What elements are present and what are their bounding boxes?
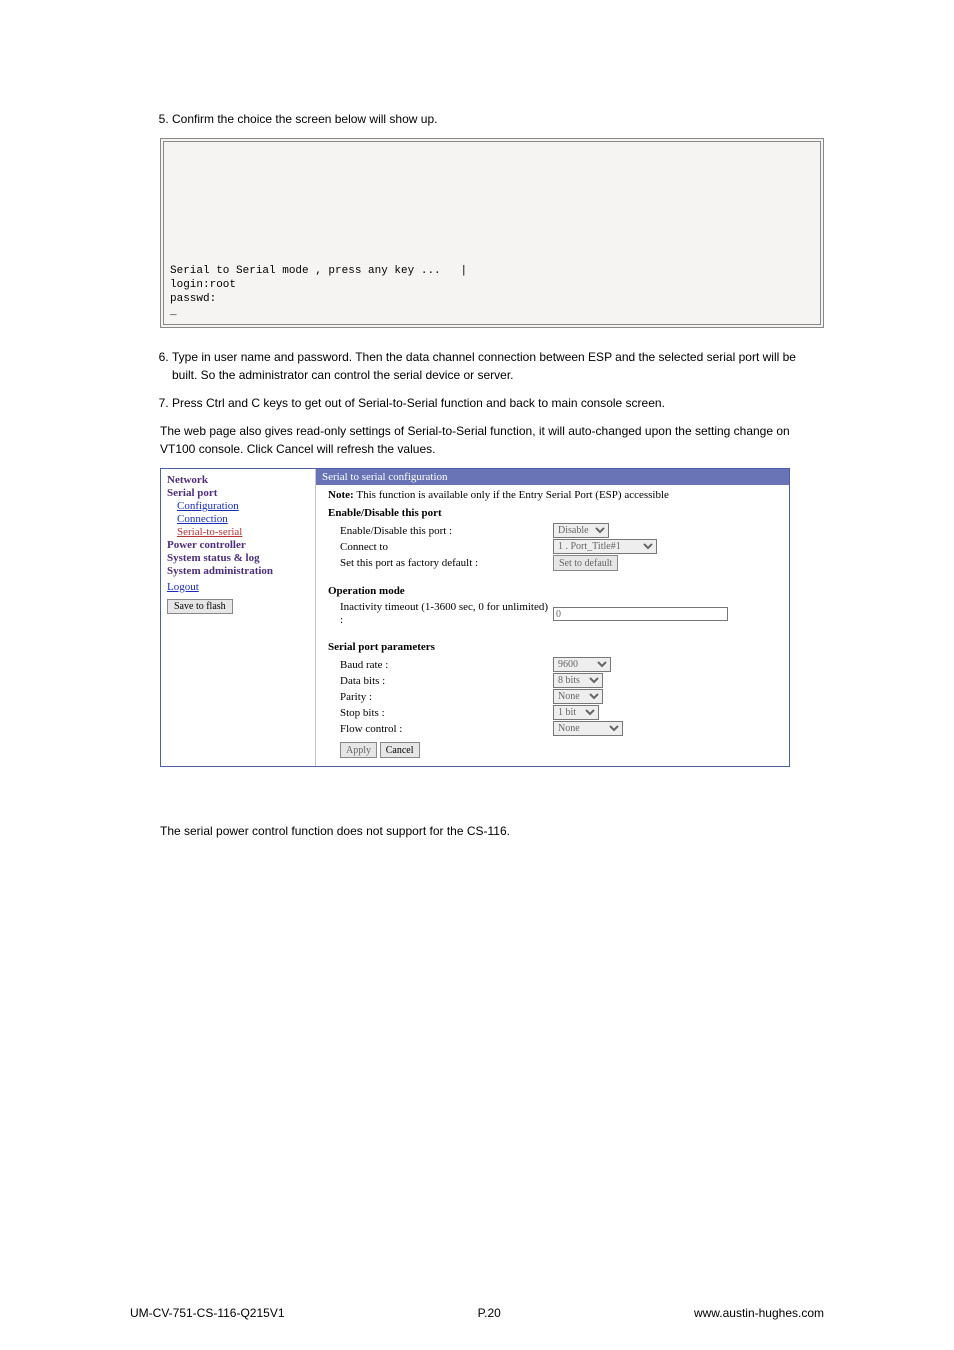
step-6: Type in user name and password. Then the…	[172, 348, 824, 384]
sidebar-powercontroller[interactable]: Power controller	[167, 539, 309, 551]
section-serial-params: Serial port parameters	[328, 641, 781, 653]
section-enable-disable: Enable/Disable this port	[328, 507, 781, 519]
set-default-button[interactable]: Set to default	[553, 555, 618, 571]
inactivity-input[interactable]	[553, 607, 728, 621]
terminal-line2: login:root	[170, 279, 236, 291]
page-footer: UM-CV-751-CS-116-Q215V1 P.20 www.austin-…	[130, 1306, 824, 1320]
sidebar-systemstatus[interactable]: System status & log	[167, 552, 309, 564]
baud-label: Baud rate :	[328, 659, 553, 671]
inactivity-label: Inactivity timeout (1-3600 sec, 0 for un…	[328, 601, 553, 627]
footer-left: UM-CV-751-CS-116-Q215V1	[130, 1306, 285, 1320]
section-operation-mode: Operation mode	[328, 585, 781, 597]
step-7: Press Ctrl and C keys to get out of Seri…	[172, 394, 824, 412]
footer-right: www.austin-hughes.com	[694, 1306, 824, 1320]
web-note-paragraph: The web page also gives read-only settin…	[160, 422, 824, 458]
apply-button[interactable]: Apply	[340, 742, 377, 758]
terminal-text: Serial to Serial mode , press any key ..…	[170, 265, 467, 320]
sidebar-configuration[interactable]: Configuration	[177, 500, 309, 512]
sidebar-serialtoserial[interactable]: Serial-to-serial	[177, 526, 309, 538]
sidebar: Network Serial port Configuration Connec…	[161, 469, 316, 766]
terminal-line3: passwd:	[170, 293, 216, 305]
factory-label: Set this port as factory default :	[328, 557, 553, 569]
baud-select[interactable]: 9600	[553, 657, 611, 672]
sidebar-connection[interactable]: Connection	[177, 513, 309, 525]
sidebar-network[interactable]: Network	[167, 474, 309, 486]
web-ui-screenshot: Network Serial port Configuration Connec…	[160, 468, 790, 767]
parity-select[interactable]: None	[553, 689, 603, 704]
enable-label: Enable/Disable this port :	[328, 525, 553, 537]
stop-select[interactable]: 1 bit	[553, 705, 599, 720]
footer-note: The serial power control function does n…	[160, 822, 824, 840]
terminal-line1: Serial to Serial mode , press any key ..…	[170, 265, 467, 277]
content-panel: Serial to serial configuration Note: Thi…	[316, 469, 789, 766]
flow-select[interactable]: None	[553, 721, 623, 736]
terminal-screenshot: Serial to Serial mode , press any key ..…	[160, 138, 824, 328]
connect-label: Connect to	[328, 541, 553, 553]
save-to-flash-button[interactable]: Save to flash	[167, 599, 233, 614]
stop-label: Stop bits :	[328, 707, 553, 719]
connect-select[interactable]: 1 . Port_Title#1	[553, 539, 657, 554]
content-title: Serial to serial configuration	[316, 469, 789, 485]
cancel-button[interactable]: Cancel	[380, 742, 420, 758]
sidebar-logout[interactable]: Logout	[167, 581, 309, 593]
sidebar-systemadmin[interactable]: System administration	[167, 565, 309, 577]
footer-center: P.20	[478, 1306, 501, 1320]
content-note: Note: This function is available only if…	[328, 489, 781, 501]
data-label: Data bits :	[328, 675, 553, 687]
sidebar-serialport[interactable]: Serial port	[167, 487, 309, 499]
parity-label: Parity :	[328, 691, 553, 703]
enable-select[interactable]: Disable	[553, 523, 609, 538]
step-5: Confirm the choice the screen below will…	[172, 110, 824, 128]
terminal-line4: _	[170, 306, 177, 318]
data-select[interactable]: 8 bits	[553, 673, 603, 688]
flow-label: Flow control :	[328, 723, 553, 735]
